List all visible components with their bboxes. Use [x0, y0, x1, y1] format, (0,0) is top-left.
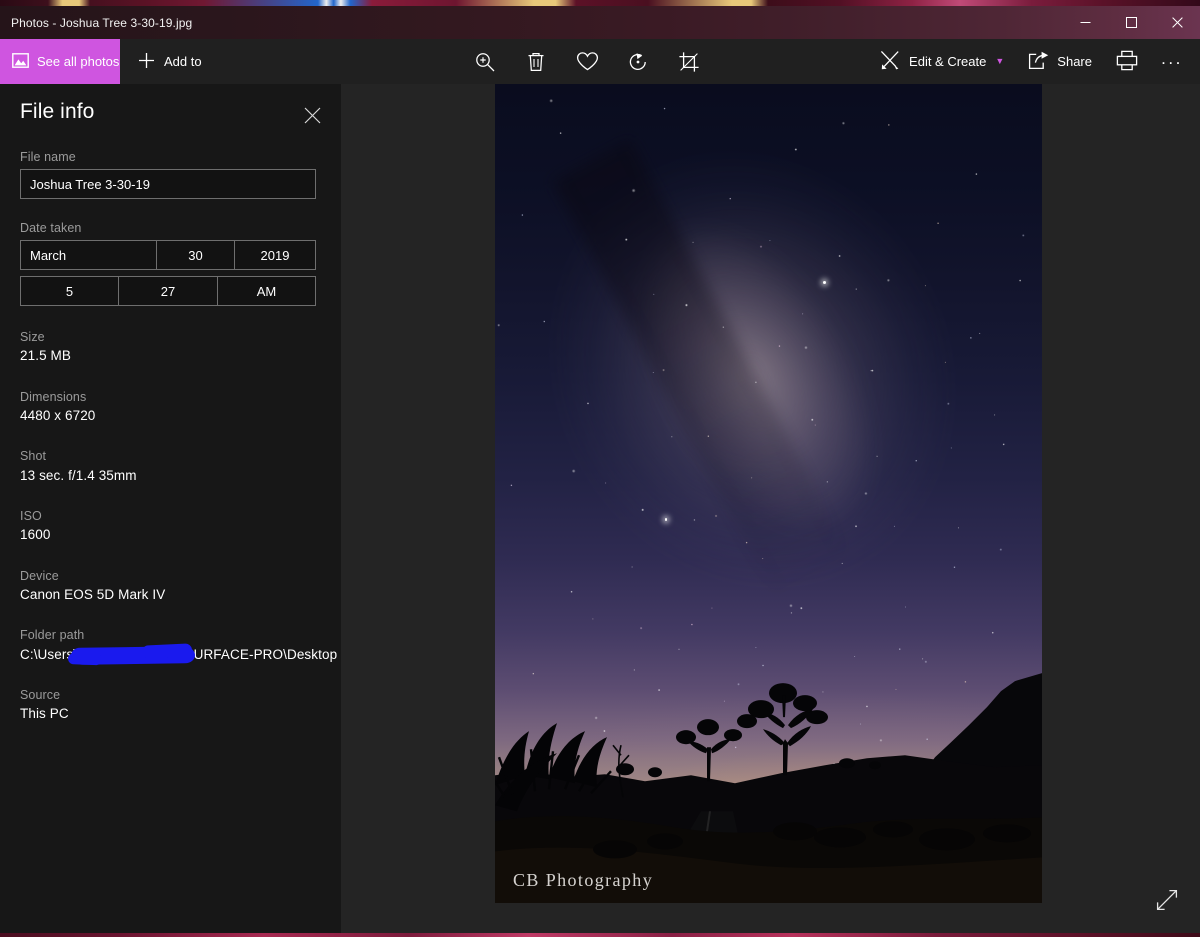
crop-icon[interactable]: [674, 46, 704, 78]
add-to-label: Add to: [164, 54, 202, 69]
hour-select[interactable]: 5: [20, 276, 119, 306]
print-button[interactable]: [1104, 39, 1150, 84]
detail-value: 1600: [20, 527, 51, 543]
month-select[interactable]: March: [20, 240, 157, 270]
close-panel-icon[interactable]: [297, 100, 327, 130]
detail-iso: ISO 1600: [20, 507, 321, 545]
detail-shot: Shot 13 sec. f/1.4 35mm: [20, 447, 321, 485]
favorite-heart-icon[interactable]: [572, 46, 602, 78]
detail-value: 21.5 MB: [20, 348, 71, 364]
maximize-button[interactable]: [1108, 6, 1154, 39]
folder-path-label: Folder path: [20, 628, 85, 643]
edit-and-create-button[interactable]: Edit & Create ▼: [867, 39, 1016, 84]
fullscreen-resize-icon[interactable]: [1156, 889, 1178, 911]
print-icon: [1116, 50, 1138, 74]
close-icon[interactable]: [1154, 6, 1200, 39]
detail-size: Size 21.5 MB: [20, 328, 321, 366]
zoom-in-icon[interactable]: [470, 46, 500, 78]
see-all-photos-label: See all photos: [37, 54, 120, 69]
redaction-marker: [71, 646, 195, 664]
file-name-group: File name Joshua Tree 3-30-19: [20, 150, 321, 199]
source-value: This PC: [20, 706, 69, 722]
detail-dimensions: Dimensions 4480 x 6720: [20, 388, 321, 426]
detail-label: Device: [20, 568, 59, 583]
photos-app-window: Photos - Joshua Tree 3-30-19.jpg See all…: [0, 0, 1200, 937]
day-select[interactable]: 30: [157, 240, 235, 270]
detail-label: Dimensions: [20, 389, 87, 404]
chevron-down-icon[interactable]: ▼: [995, 57, 1004, 66]
photo-watermark: CB Photography: [513, 870, 654, 890]
more-options-button[interactable]: ...: [1150, 39, 1194, 84]
meridiem-select[interactable]: AM: [218, 276, 316, 306]
delete-icon[interactable]: [521, 46, 551, 78]
detail-source: Source This PC: [20, 686, 321, 724]
minute-select[interactable]: 27: [119, 276, 218, 306]
detail-label: Size: [20, 330, 45, 344]
source-label: Source: [20, 688, 61, 703]
file-name-label: File name: [20, 150, 76, 164]
detail-label: ISO: [20, 509, 42, 524]
rotate-icon[interactable]: [623, 46, 653, 78]
title-bar[interactable]: Photos - Joshua Tree 3-30-19.jpg: [0, 6, 1200, 39]
detail-folder-path: Folder path C:\Users\xxxxxxxxxxxxxxxxxUR…: [20, 626, 337, 665]
photo-image[interactable]: CB Photography: [495, 84, 1042, 903]
desktop-background-strip-top: [0, 0, 1200, 6]
folder-path-suffix: URFACE-PRO\Desktop: [193, 646, 338, 662]
desert-silhouette: [495, 625, 1042, 903]
file-info-panel: File info File name Joshua Tree 3-30-19 …: [0, 84, 341, 933]
minimize-button[interactable]: [1062, 6, 1108, 39]
share-label: Share: [1057, 54, 1092, 69]
file-info-header: File info: [0, 84, 341, 130]
time-row: 5 27 AM: [20, 276, 316, 306]
date-row: March 30 2019: [20, 240, 316, 270]
see-all-photos-button[interactable]: See all photos: [0, 39, 120, 84]
edit-create-icon: [879, 49, 901, 74]
date-taken-label: Date taken: [20, 221, 82, 235]
page-title: File info: [20, 100, 95, 123]
toolbar-center-icons: [470, 39, 704, 84]
year-select[interactable]: 2019: [235, 240, 316, 270]
photo-collection-icon: [12, 52, 29, 71]
desktop-taskbar-strip-bottom: [0, 933, 1200, 937]
bright-star: [823, 280, 827, 284]
detail-value: 13 sec. f/1.4 35mm: [20, 467, 137, 483]
share-button[interactable]: Share: [1016, 39, 1104, 84]
plus-icon: [138, 52, 155, 72]
folder-path-value: C:\Users\xxxxxxxxxxxxxxxxxURFACE-PRO\Des…: [20, 645, 337, 665]
detail-label: Shot: [20, 449, 47, 464]
edit-create-label: Edit & Create: [909, 54, 987, 69]
add-to-button[interactable]: Add to: [120, 39, 218, 84]
window-title: Photos - Joshua Tree 3-30-19.jpg: [11, 15, 193, 30]
date-taken-group: Date taken March 30 2019 5 27 AM: [20, 221, 321, 306]
share-icon: [1028, 51, 1049, 73]
file-name-input[interactable]: Joshua Tree 3-30-19: [20, 169, 316, 199]
file-info-body: File name Joshua Tree 3-30-19 Date taken…: [0, 150, 341, 724]
detail-device: Device Canon EOS 5D Mark IV: [20, 567, 321, 605]
toolbar-right-group: Edit & Create ▼ Share ...: [867, 39, 1200, 84]
app-toolbar: See all photos Add to Edit & Create ▼ Sh…: [0, 39, 1200, 84]
detail-value: 4480 x 6720: [20, 407, 96, 423]
bright-star-secondary: [664, 518, 668, 521]
detail-value: Canon EOS 5D Mark IV: [20, 586, 166, 602]
window-controls: [1062, 6, 1200, 39]
